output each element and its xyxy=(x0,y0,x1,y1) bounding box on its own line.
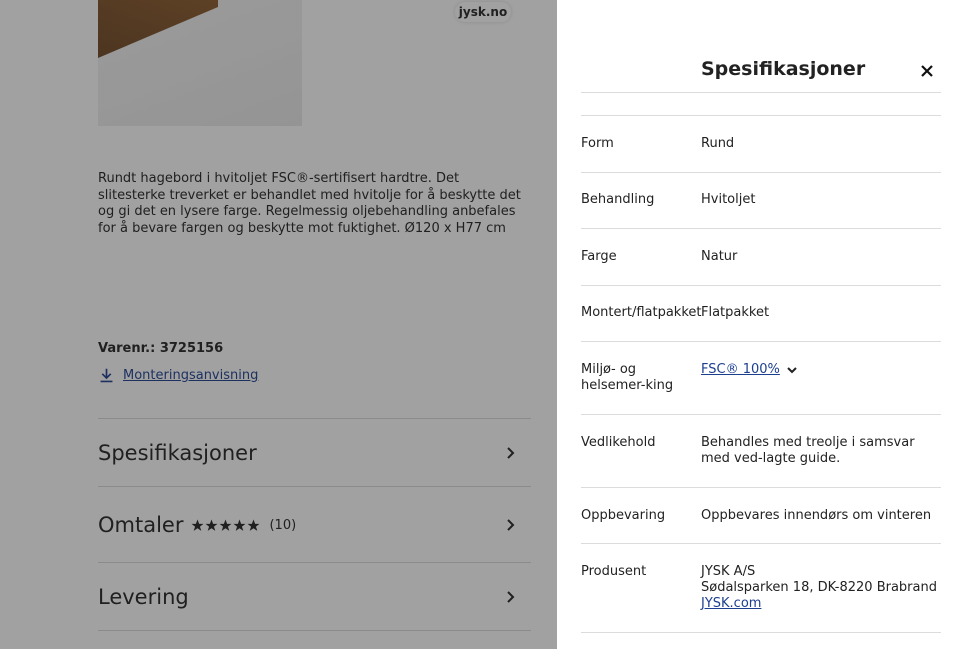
divider xyxy=(581,632,941,633)
close-icon[interactable] xyxy=(919,63,935,79)
divider xyxy=(581,285,941,286)
spec-value-manufacturer: JYSK A/S Sødalsparken 18, DK-8220 Brabra… xyxy=(701,564,937,612)
spec-label-storage: Oppbevaring xyxy=(581,508,666,523)
spec-label-assembly: Montert/flatpakket xyxy=(581,305,702,320)
chevron-down-icon xyxy=(787,367,797,374)
divider xyxy=(581,115,941,116)
divider xyxy=(581,228,941,229)
spec-value-storage: Oppbevares innendørs om vinteren xyxy=(701,508,932,523)
divider xyxy=(581,543,941,544)
spec-value-maintenance: Behandles med treolje i samsvar med ved-… xyxy=(701,435,915,466)
divider xyxy=(581,172,941,173)
divider xyxy=(581,487,941,488)
panel-title: Spesifikasjoner xyxy=(701,58,866,80)
spec-value-treatment: Hvitoljet xyxy=(701,192,756,207)
spec-label-maintenance: Vedlikehold xyxy=(581,435,656,450)
spec-value-assembly: Flatpakket xyxy=(701,305,770,320)
spec-value-color: Natur xyxy=(701,249,738,264)
spec-label-manufacturer: Produsent xyxy=(581,564,647,579)
spec-value-form: Rund xyxy=(701,136,735,151)
divider xyxy=(581,341,941,342)
fsc-label: FSC® 100% xyxy=(701,362,780,377)
spec-label-color: Farge xyxy=(581,249,617,264)
specifications-panel: Spesifikasjoner Form Rund Behandling Hvi… xyxy=(557,27,960,649)
spec-value-eco[interactable]: FSC® 100% xyxy=(701,362,937,378)
fsc-dropdown[interactable]: FSC® 100% xyxy=(701,362,798,378)
divider xyxy=(581,92,941,93)
manufacturer-name: JYSK A/S xyxy=(701,564,756,579)
manufacturer-website-link[interactable]: JYSK.com xyxy=(701,596,761,611)
spec-label-eco: Miljø- og helsemer-king xyxy=(581,362,674,393)
modal-backdrop[interactable] xyxy=(0,0,557,649)
divider xyxy=(581,414,941,415)
spec-label-form: Form xyxy=(581,136,614,151)
manufacturer-address: Sødalsparken 18, DK-8220 Brabrand xyxy=(701,580,937,595)
spec-label-treatment: Behandling xyxy=(581,192,655,207)
